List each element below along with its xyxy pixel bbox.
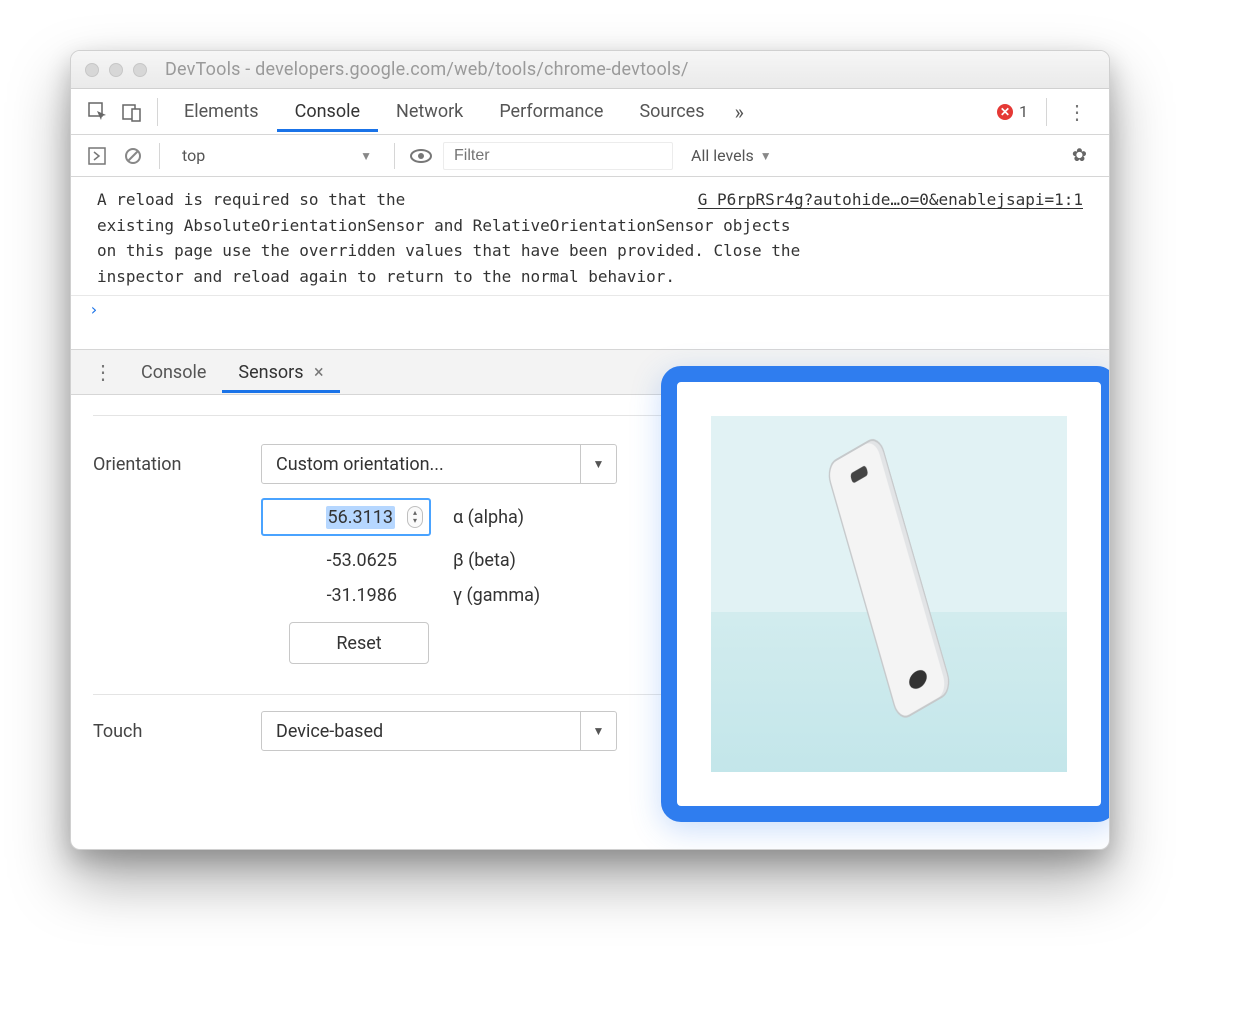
console-message-line: existing AbsoluteOrientationSensor and R… (97, 216, 791, 235)
number-stepper-icon[interactable]: ▴▾ (407, 506, 423, 528)
chevron-down-icon: ▼ (580, 445, 616, 483)
gamma-label: γ (gamma) (453, 585, 553, 606)
console-filter-input[interactable] (443, 142, 673, 170)
orientation-preview-canvas[interactable] (711, 416, 1067, 772)
console-prompt[interactable]: › (71, 296, 1109, 323)
console-message-source-link[interactable]: G P6rpRSr4g?autohide…o=0&enablejsapi=1:1 (698, 187, 1083, 213)
titlebar: DevTools - developers.google.com/web/too… (71, 51, 1109, 89)
separator (1046, 98, 1047, 126)
console-message-line: on this page use the overridden values t… (97, 241, 800, 260)
tab-network[interactable]: Network (378, 91, 481, 132)
console-message-line: A reload is required so that the (97, 190, 405, 209)
minimize-window-button[interactable] (109, 63, 123, 77)
chevron-down-icon: ▼ (360, 149, 372, 163)
drawer-tab-console[interactable]: Console (125, 352, 222, 393)
beta-value[interactable]: -53.0625 (261, 550, 431, 571)
execution-context-select[interactable]: top ▼ (172, 142, 382, 169)
inspect-element-icon[interactable] (81, 97, 115, 127)
beta-label: β (beta) (453, 550, 553, 571)
drawer-tab-label: Sensors (238, 362, 303, 383)
chevron-down-icon: ▼ (580, 712, 616, 750)
more-tabs-icon[interactable]: » (723, 100, 756, 124)
drawer-menu-icon[interactable]: ⋮ (81, 360, 125, 384)
tab-sources[interactable]: Sources (621, 91, 722, 132)
orientation-select-value: Custom orientation... (262, 454, 580, 475)
device-model-body (825, 434, 953, 723)
orientation-preview-highlight (661, 366, 1110, 822)
reset-button[interactable]: Reset (289, 622, 429, 664)
separator (157, 98, 158, 126)
tab-console[interactable]: Console (277, 91, 378, 132)
orientation-select[interactable]: Custom orientation... ▼ (261, 444, 617, 484)
live-expression-icon[interactable] (407, 142, 435, 170)
device-model[interactable] (785, 443, 993, 713)
touch-select[interactable]: Device-based ▼ (261, 711, 617, 751)
console-sidebar-toggle-icon[interactable] (83, 142, 111, 170)
separator (394, 143, 395, 169)
console-message: A reload is required so that the G P6rpR… (71, 177, 1109, 296)
separator (159, 143, 160, 169)
log-levels-select[interactable]: All levels ▼ (681, 146, 782, 165)
touch-select-value: Device-based (262, 721, 580, 742)
gamma-value[interactable]: -31.1986 (261, 585, 431, 606)
log-levels-value: All levels (691, 146, 754, 165)
chevron-down-icon: ▼ (760, 149, 772, 163)
drawer-tab-sensors[interactable]: Sensors × (222, 352, 339, 393)
close-tab-icon[interactable]: × (314, 362, 324, 383)
clear-console-icon[interactable] (119, 142, 147, 170)
close-window-button[interactable] (85, 63, 99, 77)
orientation-label: Orientation (93, 454, 241, 475)
alpha-input-value: 56.3113 (326, 506, 395, 529)
traffic-lights (85, 63, 147, 77)
alpha-label: α (alpha) (453, 507, 553, 528)
execution-context-value: top (182, 146, 205, 165)
window-title: DevTools - developers.google.com/web/too… (165, 59, 689, 80)
error-icon: ✕ (997, 104, 1013, 120)
device-toolbar-icon[interactable] (115, 97, 149, 127)
alpha-input[interactable]: 56.3113 ▴▾ (261, 498, 431, 536)
devtools-window: DevTools - developers.google.com/web/too… (70, 50, 1110, 850)
console-settings-icon[interactable]: ✿ (1062, 145, 1097, 166)
touch-label: Touch (93, 721, 241, 742)
tab-elements[interactable]: Elements (166, 91, 277, 132)
error-count: 1 (1019, 102, 1028, 121)
kebab-menu-icon[interactable]: ⋮ (1055, 100, 1099, 124)
error-count-badge[interactable]: ✕ 1 (987, 102, 1038, 121)
console-message-line: inspector and reload again to return to … (97, 267, 675, 286)
console-toolbar: top ▼ All levels ▼ ✿ (71, 135, 1109, 177)
zoom-window-button[interactable] (133, 63, 147, 77)
main-tabstrip: Elements Console Network Performance Sou… (71, 89, 1109, 135)
tab-performance[interactable]: Performance (481, 91, 621, 132)
